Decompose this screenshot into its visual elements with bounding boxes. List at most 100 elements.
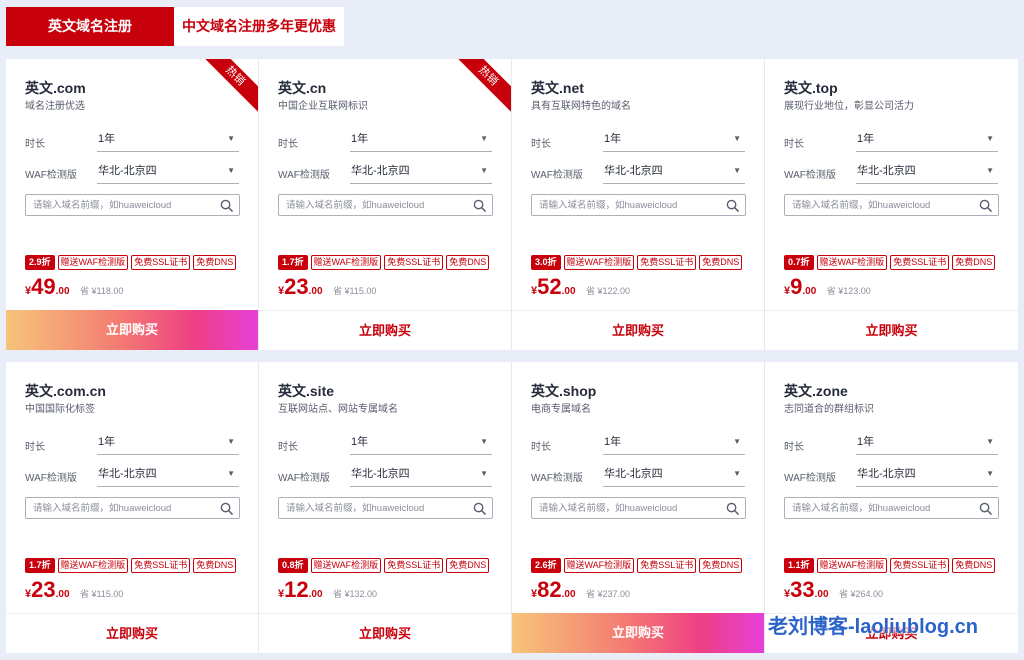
search-icon[interactable] [473, 502, 486, 515]
domain-title: 英文.zone [784, 383, 848, 399]
buy-now-button[interactable]: 立即购买 [765, 310, 1018, 350]
promo-tag: 免费SSL证书 [637, 255, 697, 270]
duration-value: 1年 [351, 436, 369, 448]
domain-prefix-input[interactable] [26, 498, 211, 519]
duration-select[interactable]: 1年 ▼ [856, 128, 998, 152]
discount-badge: 2.6折 [531, 558, 561, 573]
save-label: 省 [585, 286, 598, 296]
waf-label: WAF检测版 [278, 170, 330, 181]
region-select[interactable]: 华北-北京四 ▼ [856, 463, 998, 487]
price: ¥82.00 省 ¥237.00 [531, 577, 630, 603]
waf-label: WAF检测版 [25, 473, 77, 484]
duration-select[interactable]: 1年 ▼ [350, 431, 492, 455]
discount-badge: 1.7折 [25, 558, 55, 573]
product-card: 英文.site 互联网站点、网站专属域名 时长 1年 ▼ WAF检测版 华北-北… [259, 362, 512, 653]
caret-down-icon: ▼ [733, 469, 741, 478]
price-decimal: .00 [308, 589, 323, 600]
product-card: 英文.net 具有互联网特色的域名 时长 1年 ▼ WAF检测版 华北-北京四 … [512, 59, 765, 350]
search-icon[interactable] [726, 502, 739, 515]
domain-prefix-input[interactable] [279, 195, 464, 216]
duration-select[interactable]: 1年 ▼ [350, 128, 492, 152]
promo-tag: 免费DNS [952, 255, 996, 270]
buy-now-button[interactable]: 立即购买 [259, 310, 511, 350]
search-icon[interactable] [979, 502, 992, 515]
domain-prefix-input[interactable] [26, 195, 211, 216]
domain-title: 英文.com [25, 80, 86, 96]
promo-tag: 免费DNS [952, 558, 996, 573]
caret-down-icon: ▼ [986, 437, 994, 446]
domain-prefix-input[interactable] [785, 195, 970, 216]
buy-now-button[interactable]: 立即购买 [512, 310, 764, 350]
promo-tag: 赠送WAF检测版 [816, 255, 888, 270]
duration-label: 时长 [278, 442, 298, 453]
region-select[interactable]: 华北-北京四 ▼ [350, 463, 492, 487]
caret-down-icon: ▼ [227, 437, 235, 446]
region-select[interactable]: 华北-北京四 ▼ [97, 160, 239, 184]
promo-tags: 2.6折 赠送WAF检测版 免费SSL证书 免费DNS [531, 558, 743, 573]
promo-tag: 赠送WAF检测版 [310, 255, 382, 270]
domain-search [25, 194, 240, 216]
buy-now-button[interactable]: 立即购买 [6, 613, 258, 653]
promo-tags: 0.8折 赠送WAF检测版 免费SSL证书 免费DNS [278, 558, 490, 573]
duration-select[interactable]: 1年 ▼ [603, 431, 745, 455]
discount-badge: 3.0折 [531, 255, 561, 270]
discount-badge: 2.9折 [25, 255, 55, 270]
region-select[interactable]: 华北-北京四 ▼ [350, 160, 492, 184]
buy-now-button[interactable]: 立即购买 [512, 613, 764, 653]
product-card: 热销 英文.cn 中国企业互联网标识 时长 1年 ▼ WAF检测版 华北-北京四… [259, 59, 512, 350]
tab-chinese-domain[interactable]: 中文域名注册多年更优惠 [174, 7, 344, 46]
price-integer: 23 [31, 577, 56, 602]
original-price: 省 ¥115.00 [80, 589, 123, 599]
duration-select[interactable]: 1年 ▼ [603, 128, 745, 152]
region-value: 华北-北京四 [857, 468, 916, 480]
price-decimal: .00 [814, 589, 829, 600]
duration-select[interactable]: 1年 ▼ [856, 431, 998, 455]
tab-english-domain[interactable]: 英文域名注册 [6, 7, 174, 46]
original-price-value: ¥237.00 [597, 589, 631, 599]
domain-subtitle: 展现行业地位，彰显公司活力 [784, 101, 914, 112]
domain-type-tabs: 英文域名注册 中文域名注册多年更优惠 [6, 7, 344, 46]
promo-tag: 免费DNS [193, 558, 237, 573]
duration-select[interactable]: 1年 ▼ [97, 431, 239, 455]
promo-tag: 免费SSL证书 [131, 558, 191, 573]
save-label: 省 [79, 589, 92, 599]
search-icon[interactable] [220, 199, 233, 212]
domain-title: 英文.net [531, 80, 584, 96]
save-label: 省 [838, 589, 851, 599]
duration-label: 时长 [278, 139, 298, 150]
price-decimal: .00 [561, 286, 576, 297]
search-icon[interactable] [979, 199, 992, 212]
promo-tag: 免费DNS [699, 255, 743, 270]
promo-tags: 1.7折 赠送WAF检测版 免费SSL证书 免费DNS [25, 558, 237, 573]
region-value: 华北-北京四 [604, 468, 663, 480]
domain-prefix-input[interactable] [532, 195, 717, 216]
waf-label: WAF检测版 [278, 473, 330, 484]
waf-label: WAF检测版 [784, 170, 836, 181]
promo-tags: 2.9折 赠送WAF检测版 免费SSL证书 免费DNS [25, 255, 237, 270]
search-icon[interactable] [220, 502, 233, 515]
original-price-value: ¥123.00 [838, 286, 871, 296]
promo-tag: 赠送WAF检测版 [310, 558, 382, 573]
region-select[interactable]: 华北-北京四 ▼ [856, 160, 998, 184]
promo-tag: 免费SSL证书 [637, 558, 697, 573]
buy-now-button[interactable]: 立即购买 [6, 310, 258, 350]
caret-down-icon: ▼ [480, 437, 488, 446]
product-grid: 热销 英文.com 域名注册优选 时长 1年 ▼ WAF检测版 华北-北京四 ▼… [6, 59, 1018, 653]
caret-down-icon: ▼ [227, 166, 235, 175]
domain-prefix-input[interactable] [532, 498, 717, 519]
region-select[interactable]: 华北-北京四 ▼ [97, 463, 239, 487]
search-icon[interactable] [726, 199, 739, 212]
caret-down-icon: ▼ [986, 469, 994, 478]
duration-value: 1年 [98, 436, 116, 448]
domain-prefix-input[interactable] [279, 498, 464, 519]
promo-tag: 免费SSL证书 [131, 255, 191, 270]
product-row: 热销 英文.com 域名注册优选 时长 1年 ▼ WAF检测版 华北-北京四 ▼… [6, 59, 1018, 350]
region-select[interactable]: 华北-北京四 ▼ [603, 160, 745, 184]
duration-select[interactable]: 1年 ▼ [97, 128, 239, 152]
domain-prefix-input[interactable] [785, 498, 970, 519]
search-icon[interactable] [473, 199, 486, 212]
region-select[interactable]: 华北-北京四 ▼ [603, 463, 745, 487]
original-price-value: ¥115.00 [91, 589, 124, 599]
duration-label: 时长 [531, 442, 551, 453]
buy-now-button[interactable]: 立即购买 [259, 613, 511, 653]
